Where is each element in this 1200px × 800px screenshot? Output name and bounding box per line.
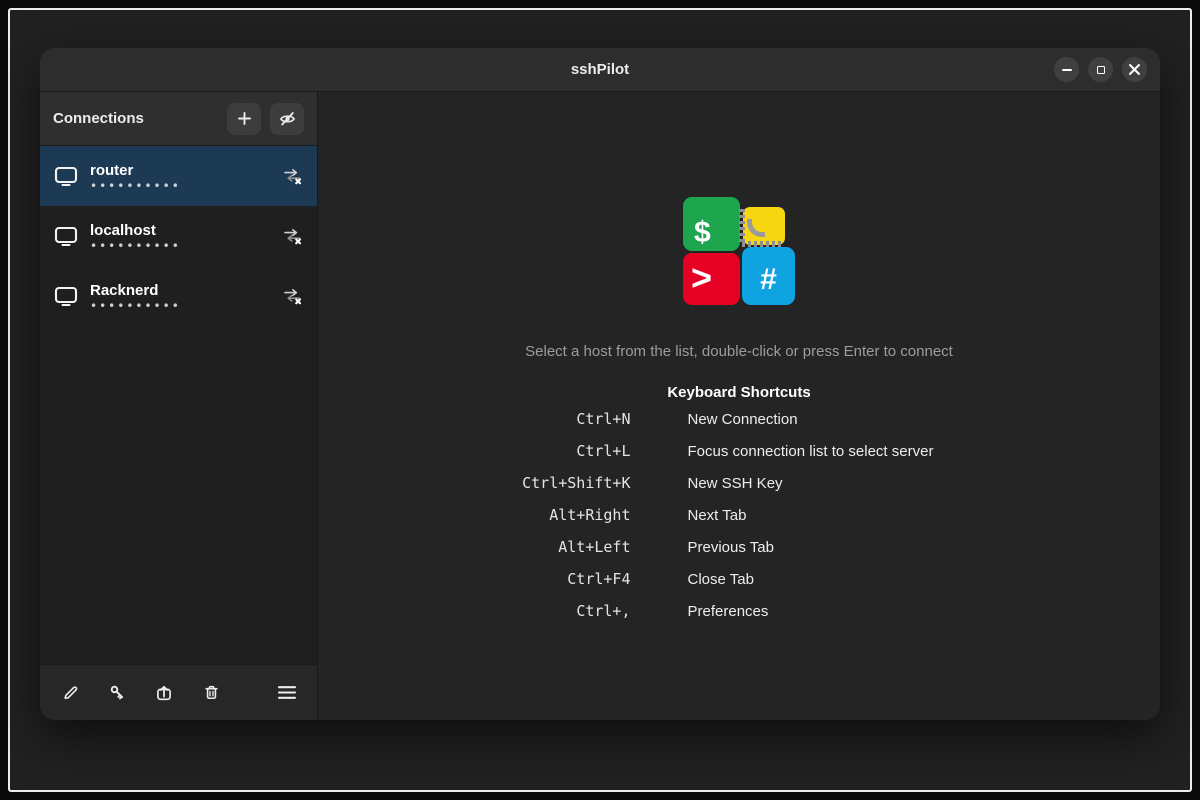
key-icon [110, 685, 123, 700]
connections-heading: Connections [53, 110, 144, 127]
pencil-icon [63, 686, 77, 700]
connection-name: localhost [90, 221, 156, 239]
connection-list[interactable]: router •••••••••• localhost •••••••••• R… [40, 146, 317, 664]
window-controls [1054, 48, 1147, 91]
logo-red-tile: > [683, 253, 740, 305]
shortcut-row: Ctrl+, Preferences [459, 595, 1020, 627]
shortcut-action: Preferences [687, 602, 769, 620]
toggle-password-visibility-button[interactable] [270, 102, 304, 135]
sidebar-toolbar [40, 664, 317, 720]
edit-connection-button[interactable] [57, 680, 83, 706]
connection-row-racknerd[interactable]: Racknerd •••••••••• [40, 266, 317, 326]
delete-connection-button[interactable] [198, 680, 224, 706]
shortcut-action: New SSH Key [687, 474, 783, 492]
eye-off-icon [279, 112, 295, 126]
trash-icon [204, 685, 218, 700]
logo-prompt-glyph: > [691, 257, 713, 298]
upload-server-icon [157, 685, 171, 700]
logo-hash-glyph: # [760, 263, 777, 296]
monitor-icon [54, 286, 78, 306]
disconnected-icon [284, 168, 302, 184]
desktop-background: sshPilot Connections router •••••••••• l… [0, 0, 1200, 800]
close-button[interactable] [1122, 57, 1147, 82]
upload-to-server-button[interactable] [151, 680, 177, 706]
shortcuts-title: Keyboard Shortcuts [667, 384, 811, 401]
hint-text: Select a host from the list, double-clic… [525, 343, 953, 360]
shortcuts-list: Ctrl+N New Connection Ctrl+L Focus conne… [459, 403, 1020, 627]
close-icon [1129, 64, 1140, 75]
monitor-icon [54, 226, 78, 246]
titlebar[interactable]: sshPilot [40, 48, 1160, 92]
disconnected-icon [284, 288, 302, 304]
logo-dollar-glyph: $ [694, 216, 711, 249]
shortcut-row: Alt+Right Next Tab [459, 499, 1020, 531]
shortcut-keys: Ctrl+F4 [567, 570, 631, 588]
sidebar-header: Connections [40, 92, 317, 146]
connection-text: localhost •••••••••• [90, 221, 181, 253]
connection-row-router[interactable]: router •••••••••• [40, 146, 317, 206]
maximize-icon [1096, 65, 1105, 74]
menu-icon [277, 686, 297, 699]
shortcut-keys: Ctrl+Shift+K [522, 474, 631, 492]
app-window: sshPilot Connections router •••••••••• l… [40, 48, 1160, 720]
connection-password-dots: •••••••••• [90, 178, 181, 193]
shortcut-keys: Alt+Left [558, 538, 631, 556]
disconnected-icon [284, 228, 302, 244]
shortcut-keys: Alt+Right [549, 506, 631, 524]
connection-password-dots: •••••••••• [90, 298, 181, 313]
shortcut-keys: Ctrl+, [576, 602, 631, 620]
shortcut-keys: Ctrl+L [576, 442, 631, 460]
ssh-key-button[interactable] [104, 680, 130, 706]
app-logo: $ > # [683, 197, 795, 305]
shortcut-action: New Connection [687, 410, 798, 428]
window-title: sshPilot [570, 61, 630, 78]
shortcut-row: Ctrl+F4 Close Tab [459, 563, 1020, 595]
shortcut-row: Alt+Left Previous Tab [459, 531, 1020, 563]
plus-icon [237, 112, 251, 125]
add-connection-button[interactable] [227, 102, 261, 135]
connection-password-dots: •••••••••• [90, 238, 181, 253]
connection-text: Racknerd •••••••••• [90, 281, 181, 313]
main-menu-button[interactable] [274, 680, 300, 706]
monitor-icon [54, 166, 78, 186]
logo-gear-teeth-vertical [739, 209, 745, 245]
shortcut-row: Ctrl+L Focus connection list to select s… [459, 435, 1020, 467]
logo-green-tile: $ [683, 197, 740, 251]
sidebar: Connections router •••••••••• localhost … [40, 92, 318, 720]
connection-name: Racknerd [90, 281, 159, 299]
connection-text: router •••••••••• [90, 161, 181, 193]
shortcut-row: Ctrl+N New Connection [459, 403, 1020, 435]
shortcut-action: Close Tab [687, 570, 754, 588]
connection-row-localhost[interactable]: localhost •••••••••• [40, 206, 317, 266]
shortcut-action: Previous Tab [687, 538, 774, 556]
minimize-button[interactable] [1054, 57, 1079, 82]
main-panel: $ > # Select a host from the list, doubl… [318, 92, 1160, 720]
minimize-icon [1061, 68, 1072, 71]
shortcut-keys: Ctrl+N [576, 410, 631, 428]
maximize-button[interactable] [1088, 57, 1113, 82]
connection-name: router [90, 161, 134, 179]
shortcut-action: Next Tab [687, 506, 747, 524]
logo-blue-tile: # [742, 247, 795, 305]
shortcut-action: Focus connection list to select server [687, 442, 934, 460]
shortcut-row: Ctrl+Shift+K New SSH Key [459, 467, 1020, 499]
